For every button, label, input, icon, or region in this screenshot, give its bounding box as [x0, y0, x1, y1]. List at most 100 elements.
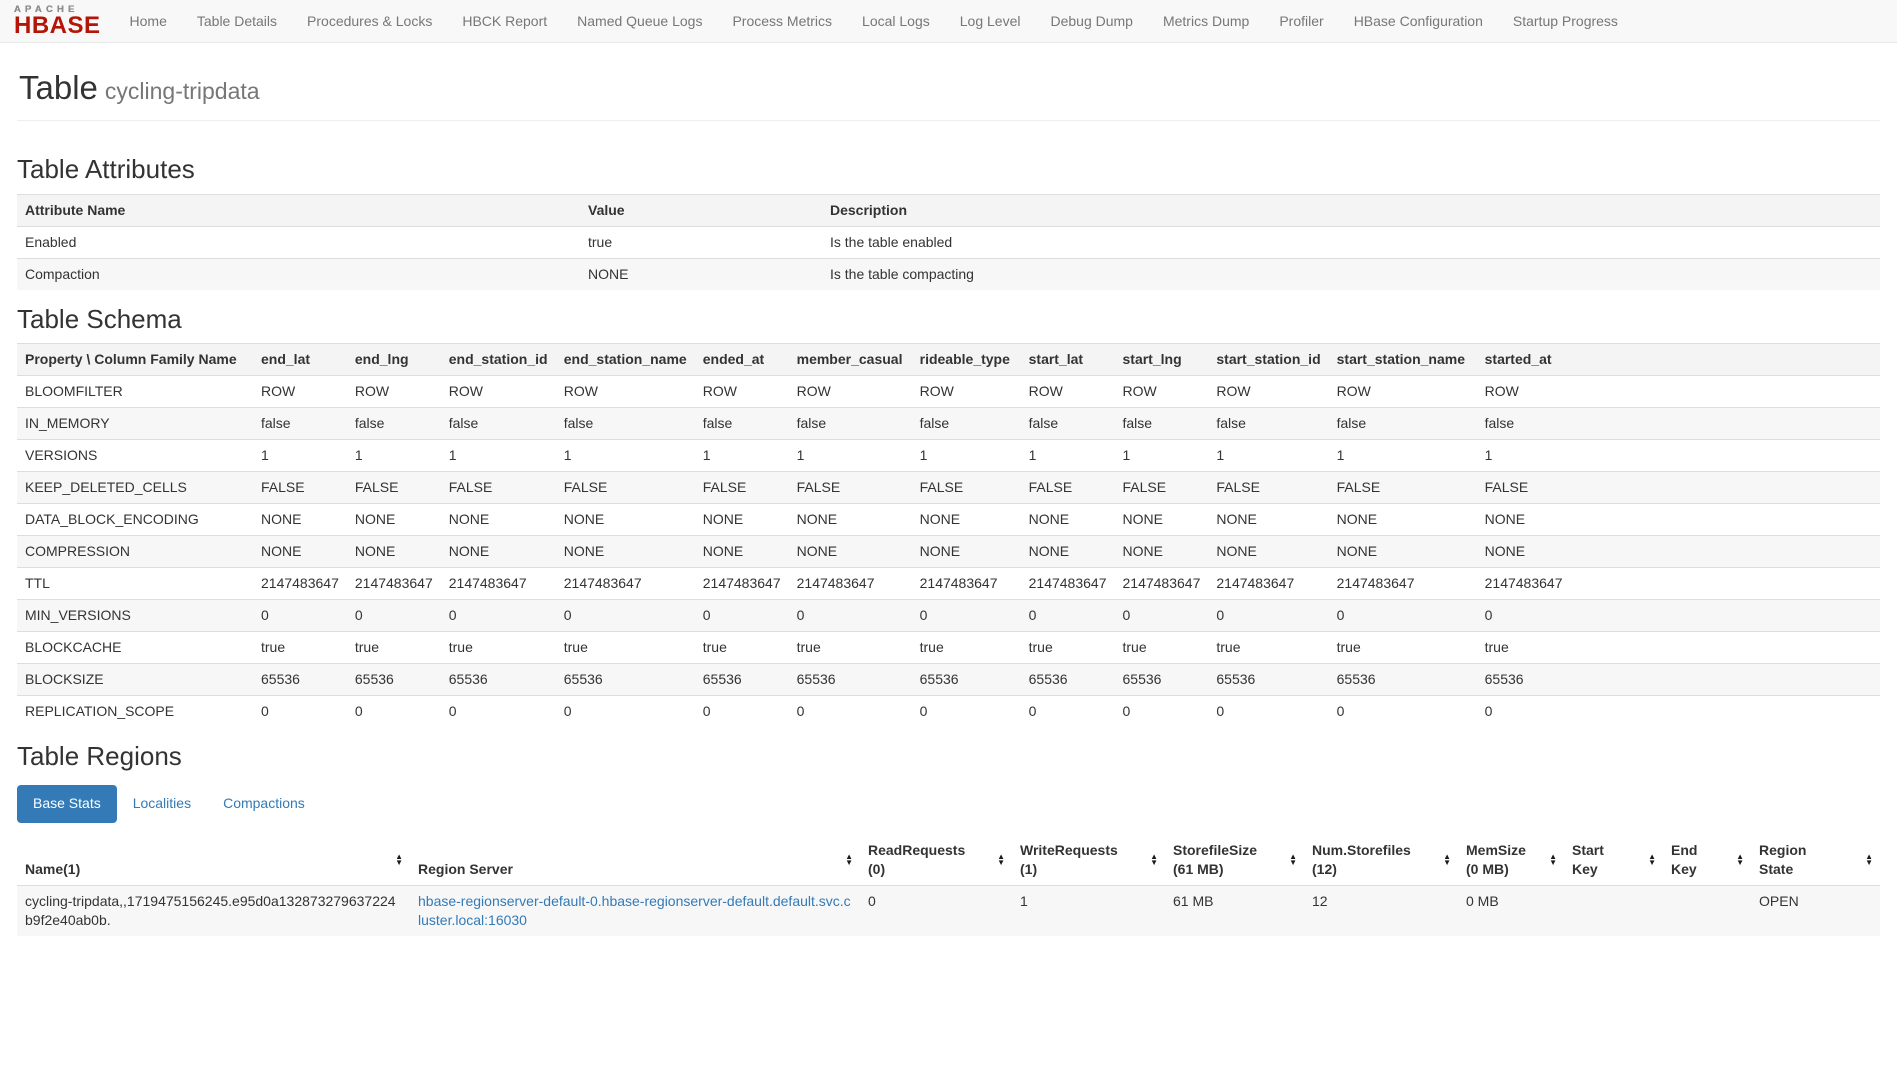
tab-localities[interactable]: Localities — [117, 785, 207, 823]
region-mem-size-cell: 0 MB — [1458, 885, 1564, 936]
schema-value-cell: ROW — [1021, 376, 1115, 408]
schema-row-blockcache: BLOCKCACHEtruetruetruetruetruetruetruetr… — [17, 632, 1880, 664]
nav-item-local-logs[interactable]: Local Logs — [847, 1, 945, 41]
nav-item-startup-progress[interactable]: Startup Progress — [1498, 1, 1633, 41]
schema-value-cell: 2147483647 — [1115, 568, 1209, 600]
schema-value-cell: NONE — [1208, 504, 1328, 536]
schema-value-cell: NONE — [789, 504, 912, 536]
schema-value-cell: 65536 — [912, 664, 1021, 696]
schema-value-cell: 65536 — [253, 664, 347, 696]
schema-value-cell: 2147483647 — [912, 568, 1021, 600]
regions-col-region-server[interactable]: Region Server▲▼ — [410, 835, 860, 886]
sort-icon: ▲▼ — [997, 854, 1005, 866]
schema-value-cell: 0 — [1477, 696, 1880, 728]
sort-down-arrow: ▼ — [395, 860, 403, 866]
nav-item-home[interactable]: Home — [115, 1, 182, 41]
nav-item-table-details[interactable]: Table Details — [182, 1, 292, 41]
regions-col-memsize-0-mb[interactable]: MemSize (0 MB)▲▼ — [1458, 835, 1564, 886]
schema-value-cell: 1 — [912, 440, 1021, 472]
schema-value-cell: 2147483647 — [556, 568, 695, 600]
regions-col-storefilesize-61-mb[interactable]: StorefileSize (61 MB)▲▼ — [1165, 835, 1304, 886]
schema-value-cell: 65536 — [1115, 664, 1209, 696]
schema-value-cell: ROW — [556, 376, 695, 408]
schema-value-cell: true — [253, 632, 347, 664]
schema-value-cell: false — [789, 408, 912, 440]
schema-value-cell: 0 — [1208, 696, 1328, 728]
schema-value-cell: 65536 — [1329, 664, 1477, 696]
schema-value-cell: true — [1208, 632, 1328, 664]
schema-value-cell: NONE — [1021, 504, 1115, 536]
table-regions-section: Table Regions Base StatsLocalitiesCompac… — [17, 742, 1880, 935]
regions-col-name-1[interactable]: Name(1) ▲▼ — [17, 835, 410, 886]
regions-col-readrequests-0[interactable]: ReadRequests (0)▲▼ — [860, 835, 1012, 886]
regions-col-label: Num.Storefiles (12) — [1312, 841, 1427, 879]
page-header: Tablecycling-tripdata — [17, 70, 1880, 121]
tab-base-stats[interactable]: Base Stats — [17, 785, 117, 823]
nav-menu: HomeTable DetailsProcedures & LocksHBCK … — [115, 1, 1633, 41]
schema-row-bloomfilter: BLOOMFILTERROWROWROWROWROWROWROWROWROWRO… — [17, 376, 1880, 408]
schema-value-cell: FALSE — [556, 472, 695, 504]
region-server-link[interactable]: hbase-regionserver-default-0.hbase-regio… — [418, 893, 851, 928]
sort-icon: ▲▼ — [1443, 854, 1451, 866]
nav-item-metrics-dump[interactable]: Metrics Dump — [1148, 1, 1264, 41]
schema-property-cell: IN_MEMORY — [17, 408, 253, 440]
schema-value-cell: FALSE — [1477, 472, 1880, 504]
schema-value-cell: true — [912, 632, 1021, 664]
schema-value-cell: 0 — [1021, 696, 1115, 728]
schema-value-cell: 1 — [253, 440, 347, 472]
attribute-description-cell: Is the table enabled — [822, 226, 1880, 258]
sort-down-arrow: ▼ — [1648, 860, 1656, 866]
schema-value-cell: true — [1021, 632, 1115, 664]
regions-table: Name(1)▲▼Region Server▲▼ReadRequests (0)… — [17, 835, 1880, 936]
table-name: cycling-tripdata — [105, 78, 260, 104]
regions-col-label: End Key — [1671, 841, 1713, 879]
schema-value-cell: 1 — [1021, 440, 1115, 472]
schema-corner-header: Property \ Column Family Name — [17, 344, 253, 376]
sort-icon: ▲▼ — [845, 854, 853, 866]
regions-col-region-state[interactable]: Region State▲▼ — [1751, 835, 1880, 886]
schema-row-replication-scope: REPLICATION_SCOPE000000000000 — [17, 696, 1880, 728]
schema-value-cell: 0 — [1329, 696, 1477, 728]
nav-item-process-metrics[interactable]: Process Metrics — [717, 1, 847, 41]
schema-col-end-station-name: end_station_name — [556, 344, 695, 376]
schema-value-cell: NONE — [556, 536, 695, 568]
nav-item-hbase-configuration[interactable]: HBase Configuration — [1339, 1, 1498, 41]
schema-property-cell: REPLICATION_SCOPE — [17, 696, 253, 728]
schema-value-cell: 65536 — [1477, 664, 1880, 696]
sort-icon: ▲▼ — [1865, 854, 1873, 866]
regions-col-label: StorefileSize (61 MB) — [1173, 841, 1278, 879]
regions-col-writerequests-1[interactable]: WriteRequests (1)▲▼ — [1012, 835, 1165, 886]
schema-value-cell: ROW — [695, 376, 789, 408]
schema-value-cell: FALSE — [441, 472, 556, 504]
nav-item-log-level[interactable]: Log Level — [945, 1, 1036, 41]
regions-col-start-key[interactable]: Start Key▲▼ — [1564, 835, 1663, 886]
schema-value-cell: ROW — [1115, 376, 1209, 408]
schema-value-cell: 0 — [347, 600, 441, 632]
hbase-logo[interactable]: APACHE HBASE — [8, 4, 115, 39]
schema-value-cell: false — [695, 408, 789, 440]
schema-value-cell: FALSE — [253, 472, 347, 504]
schema-value-cell: 0 — [556, 696, 695, 728]
schema-value-cell: NONE — [1208, 536, 1328, 568]
schema-value-cell: 0 — [1477, 600, 1880, 632]
schema-value-cell: NONE — [556, 504, 695, 536]
schema-row-in-memory: IN_MEMORYfalsefalsefalsefalsefalsefalsef… — [17, 408, 1880, 440]
schema-value-cell: 1 — [789, 440, 912, 472]
schema-value-cell: 0 — [1115, 696, 1209, 728]
schema-value-cell: NONE — [1115, 536, 1209, 568]
sort-icon: ▲▼ — [395, 854, 403, 866]
nav-item-hbck-report[interactable]: HBCK Report — [447, 1, 562, 41]
regions-col-label: Name(1) — [25, 860, 80, 879]
nav-item-named-queue-logs[interactable]: Named Queue Logs — [562, 1, 717, 41]
nav-item-debug-dump[interactable]: Debug Dump — [1035, 1, 1148, 41]
tab-compactions[interactable]: Compactions — [207, 785, 321, 823]
schema-value-cell: 0 — [789, 696, 912, 728]
nav-item-profiler[interactable]: Profiler — [1264, 1, 1338, 41]
regions-col-end-key[interactable]: End Key▲▼ — [1663, 835, 1751, 886]
schema-value-cell: ROW — [1329, 376, 1477, 408]
regions-col-num-storefiles-12[interactable]: Num.Storefiles (12) ▲▼ — [1304, 835, 1458, 886]
nav-item-procedures-locks[interactable]: Procedures & Locks — [292, 1, 447, 41]
schema-value-cell: 0 — [347, 696, 441, 728]
region-storefile-size-cell: 61 MB — [1165, 885, 1304, 936]
schema-value-cell: 65536 — [556, 664, 695, 696]
